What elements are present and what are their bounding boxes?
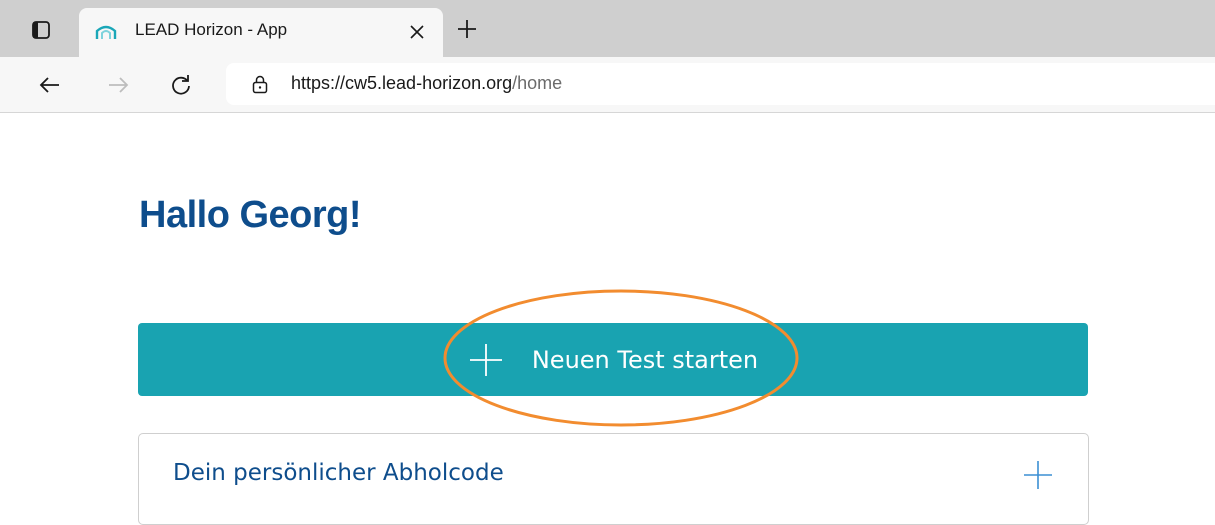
browser-toolbar: https://cw5.lead-horizon.org/home bbox=[0, 57, 1215, 113]
tab-actions-icon[interactable] bbox=[30, 19, 52, 41]
pickup-code-card[interactable]: Dein persönlicher Abholcode bbox=[138, 433, 1089, 525]
arrow-left-icon[interactable] bbox=[34, 69, 66, 101]
lock-icon[interactable] bbox=[250, 74, 270, 94]
pickup-code-title: Dein persönlicher Abholcode bbox=[173, 460, 504, 486]
start-new-test-button[interactable]: Neuen Test starten bbox=[138, 323, 1088, 396]
reload-icon[interactable] bbox=[165, 69, 197, 101]
plus-icon bbox=[468, 342, 504, 378]
arrow-right-icon[interactable] bbox=[102, 69, 134, 101]
url-path: /home bbox=[512, 73, 563, 93]
start-new-test-label: Neuen Test starten bbox=[531, 345, 759, 374]
url-text: https://cw5.lead-horizon.org/home bbox=[291, 73, 562, 94]
close-icon[interactable] bbox=[405, 20, 429, 44]
browser-tab-strip: LEAD Horizon - App bbox=[0, 0, 1215, 57]
lead-horizon-favicon-icon bbox=[95, 22, 117, 44]
url-host: https://cw5.lead-horizon.org bbox=[291, 73, 513, 93]
plus-icon[interactable] bbox=[1023, 460, 1053, 490]
new-tab-plus-icon[interactable] bbox=[452, 14, 482, 44]
tab-title: LEAD Horizon - App bbox=[135, 20, 288, 39]
page-greeting: Hallo Georg! bbox=[139, 194, 362, 236]
address-bar[interactable]: https://cw5.lead-horizon.org/home bbox=[226, 63, 1215, 105]
browser-tab-active[interactable]: LEAD Horizon - App bbox=[79, 8, 443, 57]
